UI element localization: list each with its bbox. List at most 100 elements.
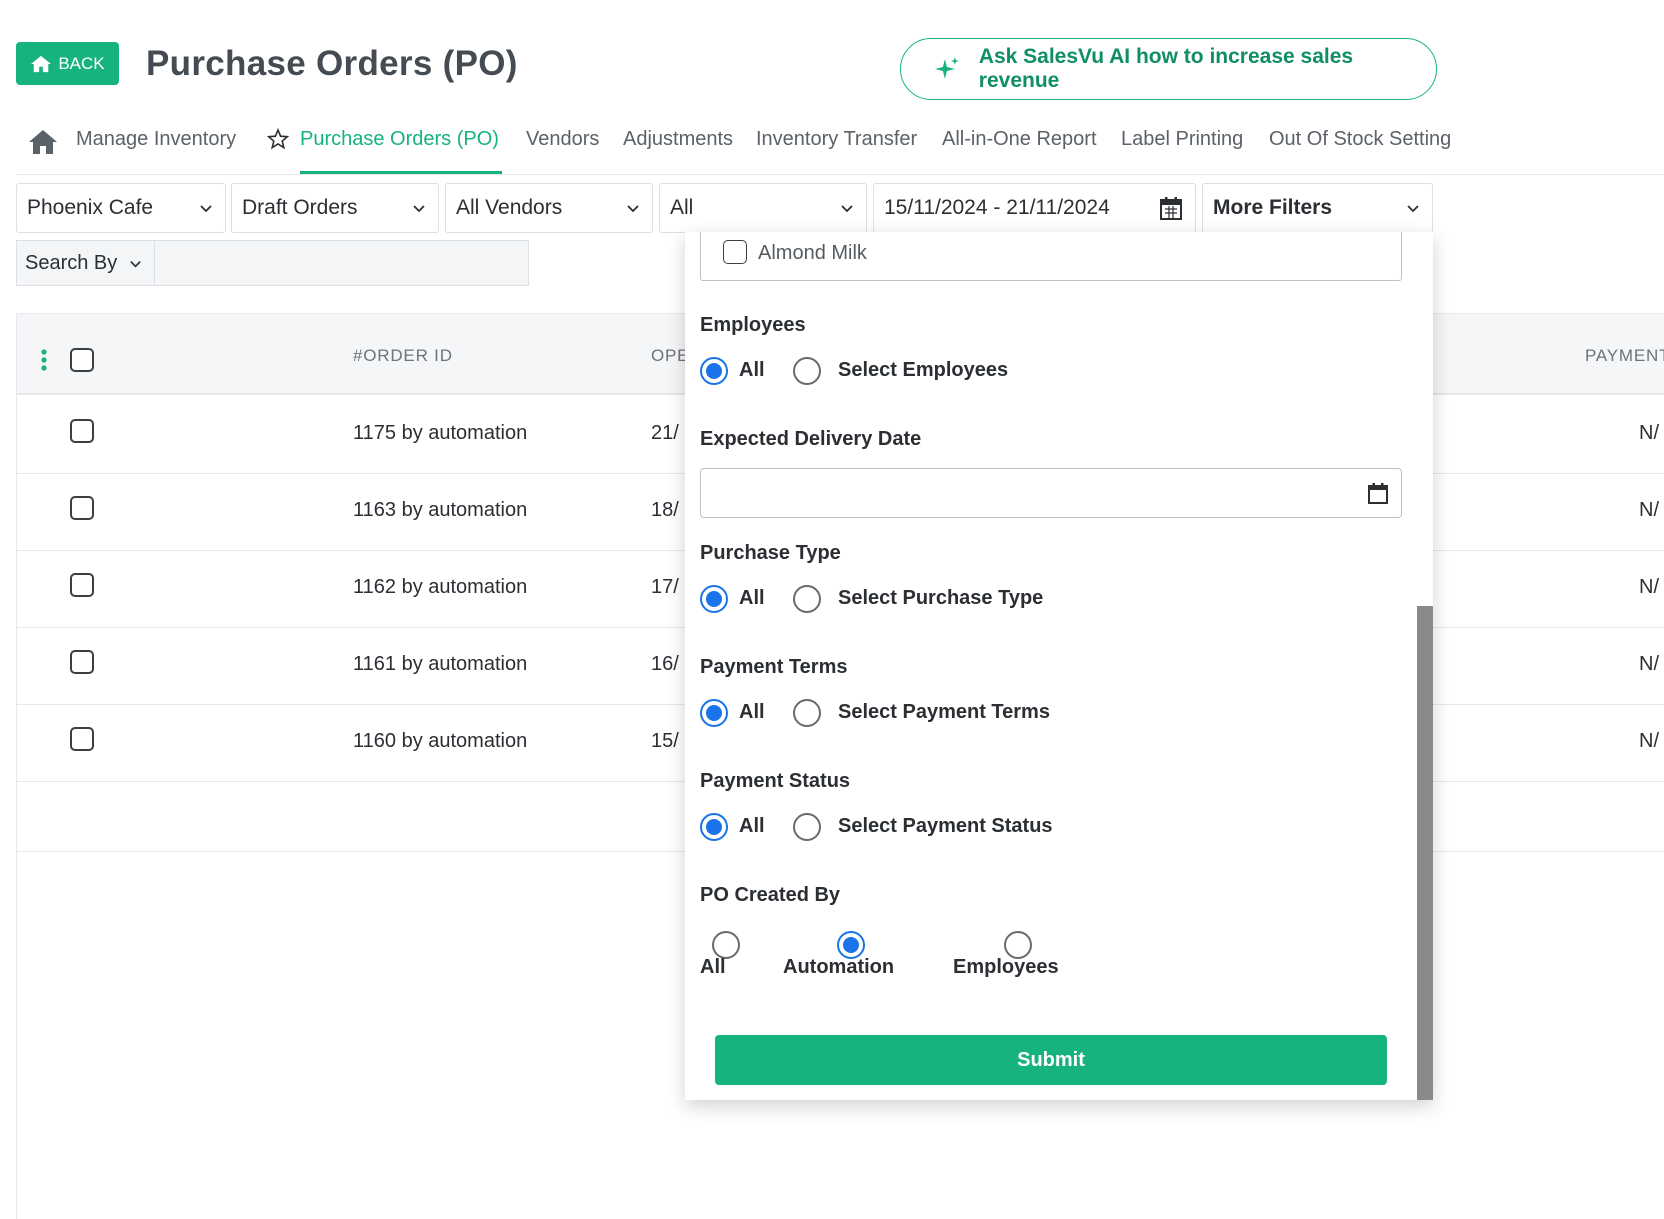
vendor-select[interactable]: All Vendors bbox=[445, 183, 653, 233]
created-by-all-label: All bbox=[700, 956, 726, 978]
purchase-type-all-radio[interactable] bbox=[700, 585, 728, 613]
order-id-cell[interactable]: 1163 by automation bbox=[353, 499, 527, 522]
panel-scrollbar[interactable] bbox=[1417, 606, 1433, 1100]
chevron-down-icon bbox=[1407, 205, 1419, 213]
select-purchase-type-label: Select Purchase Type bbox=[838, 587, 1044, 609]
nav-vendors[interactable]: Vendors bbox=[526, 128, 599, 151]
select-payment-status-radio[interactable] bbox=[793, 813, 821, 841]
active-tab-indicator bbox=[300, 171, 502, 174]
date-range-picker[interactable]: 15/11/2024 - 21/11/2024 bbox=[873, 183, 1196, 233]
opened-cell: 15/ bbox=[651, 730, 679, 752]
chevron-down-icon bbox=[627, 205, 639, 213]
nav-out-of-stock-setting[interactable]: Out Of Stock Setting bbox=[1269, 128, 1451, 151]
chevron-down-icon bbox=[130, 261, 141, 268]
chevron-down-icon bbox=[413, 205, 425, 213]
inventory-nav: Manage Inventory Purchase Orders (PO) Ve… bbox=[16, 118, 1664, 175]
search-by-label: Search By bbox=[25, 251, 118, 274]
nav-purchase-orders[interactable]: Purchase Orders (PO) bbox=[300, 128, 499, 151]
row-checkbox[interactable] bbox=[70, 650, 94, 674]
select-employees-radio[interactable] bbox=[793, 357, 821, 385]
order-id-header[interactable]: #ORDER ID bbox=[353, 346, 453, 366]
order-id-cell[interactable]: 1162 by automation bbox=[353, 576, 527, 599]
created-by-all-radio[interactable] bbox=[712, 931, 740, 959]
payment-cell: N/ bbox=[1639, 499, 1659, 521]
nav-label-printing[interactable]: Label Printing bbox=[1121, 128, 1243, 151]
opened-header[interactable]: OPE bbox=[651, 346, 689, 366]
row-checkbox[interactable] bbox=[70, 496, 94, 520]
created-by-employees-label: Employees bbox=[953, 956, 1059, 978]
payment-cell: N/ bbox=[1639, 730, 1659, 752]
order-type-value: Draft Orders bbox=[242, 196, 358, 219]
created-by-automation-radio[interactable] bbox=[837, 931, 865, 959]
location-select[interactable]: Phoenix Cafe bbox=[16, 183, 226, 233]
search-by-select[interactable]: Search By bbox=[16, 240, 154, 286]
column-menu-icon[interactable] bbox=[41, 349, 47, 371]
nav-inventory-transfer[interactable]: Inventory Transfer bbox=[756, 128, 917, 151]
item-list-box: Almond Milk bbox=[700, 232, 1402, 281]
star-icon bbox=[267, 128, 289, 150]
order-id-cell[interactable]: 1175 by automation bbox=[353, 422, 527, 445]
more-filters-panel: Almond Milk Employees All Select Employe… bbox=[685, 232, 1433, 1100]
opened-cell: 21/ bbox=[651, 422, 679, 444]
po-created-by-title: PO Created By bbox=[700, 884, 841, 906]
select-purchase-type-radio[interactable] bbox=[793, 585, 821, 613]
nav-adjustments[interactable]: Adjustments bbox=[623, 128, 733, 151]
sparkle-icon bbox=[934, 57, 959, 79]
expected-delivery-title: Expected Delivery Date bbox=[700, 428, 922, 450]
select-payment-terms-radio[interactable] bbox=[793, 699, 821, 727]
payment-terms-all-radio[interactable] bbox=[700, 699, 728, 727]
select-payment-status-label: Select Payment Status bbox=[838, 815, 1053, 837]
nav-manage-inventory[interactable]: Manage Inventory bbox=[76, 128, 236, 151]
nav-all-in-one-report[interactable]: All-in-One Report bbox=[942, 128, 1097, 151]
status-value: All bbox=[670, 196, 694, 219]
back-button[interactable]: BACK bbox=[16, 42, 119, 85]
ask-ai-button[interactable]: Ask SalesVu AI how to increase sales rev… bbox=[900, 38, 1437, 100]
payment-cell: N/ bbox=[1639, 576, 1659, 598]
created-by-automation-label: Automation bbox=[783, 956, 895, 978]
payment-cell: N/ bbox=[1639, 653, 1659, 675]
chevron-down-icon bbox=[841, 205, 853, 213]
status-select[interactable]: All bbox=[659, 183, 867, 233]
more-filters-label: More Filters bbox=[1213, 196, 1333, 219]
payment-status-all-radio[interactable] bbox=[700, 813, 728, 841]
order-id-cell[interactable]: 1160 by automation bbox=[353, 730, 527, 753]
select-employees-label: Select Employees bbox=[838, 359, 1009, 381]
payment-status-title: Payment Status bbox=[700, 770, 851, 792]
ask-ai-label: Ask SalesVu AI how to increase sales rev… bbox=[978, 45, 1354, 92]
employees-title: Employees bbox=[700, 314, 806, 336]
row-checkbox[interactable] bbox=[70, 727, 94, 751]
row-checkbox[interactable] bbox=[70, 419, 94, 443]
home-nav-icon[interactable] bbox=[28, 128, 58, 156]
order-type-select[interactable]: Draft Orders bbox=[231, 183, 439, 233]
select-payment-terms-label: Select Payment Terms bbox=[838, 701, 1050, 723]
more-filters-select[interactable]: More Filters bbox=[1202, 183, 1433, 233]
search-input[interactable] bbox=[154, 240, 529, 286]
chevron-down-icon bbox=[200, 205, 212, 213]
payment-status-all-label: All bbox=[739, 815, 765, 837]
home-icon bbox=[31, 55, 52, 72]
row-checkbox[interactable] bbox=[70, 573, 94, 597]
location-value: Phoenix Cafe bbox=[27, 196, 154, 219]
submit-button[interactable]: Submit bbox=[715, 1035, 1387, 1085]
expected-delivery-date-input[interactable] bbox=[700, 468, 1402, 518]
date-range-value: 15/11/2024 - 21/11/2024 bbox=[884, 196, 1110, 219]
order-id-cell[interactable]: 1161 by automation bbox=[353, 653, 527, 676]
payment-cell: N/ bbox=[1639, 422, 1659, 444]
page-title: Purchase Orders (PO) bbox=[146, 44, 518, 83]
opened-cell: 17/ bbox=[651, 576, 679, 598]
select-all-checkbox[interactable] bbox=[70, 348, 94, 372]
almond-milk-checkbox[interactable] bbox=[723, 240, 747, 264]
employees-all-label: All bbox=[739, 359, 765, 381]
payment-terms-all-label: All bbox=[739, 701, 765, 723]
purchase-type-title: Purchase Type bbox=[700, 542, 841, 564]
calendar-icon[interactable] bbox=[1367, 481, 1389, 505]
back-label: BACK bbox=[58, 53, 105, 73]
almond-milk-label: Almond Milk bbox=[758, 242, 867, 264]
purchase-type-all-label: All bbox=[739, 587, 765, 609]
payment-header[interactable]: PAYMENT bbox=[1585, 346, 1664, 366]
calendar-icon bbox=[1160, 197, 1182, 220]
payment-terms-title: Payment Terms bbox=[700, 656, 848, 678]
employees-all-radio[interactable] bbox=[700, 357, 728, 385]
opened-cell: 16/ bbox=[651, 653, 679, 675]
created-by-employees-radio[interactable] bbox=[1004, 931, 1032, 959]
